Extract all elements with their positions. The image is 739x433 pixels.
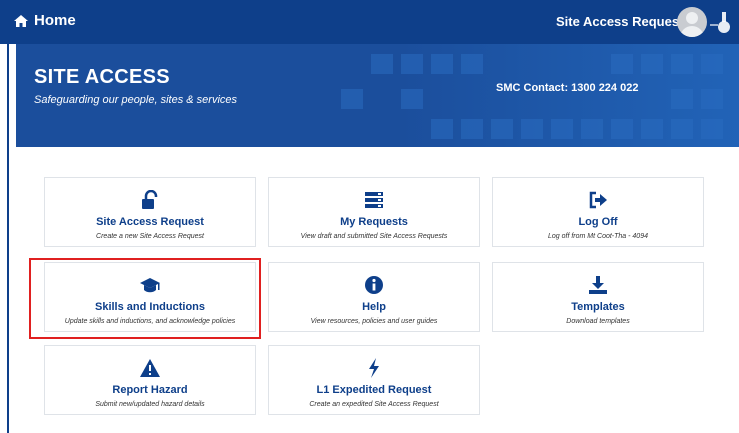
home-label: Home xyxy=(34,12,76,29)
tile-description: Update skills and inductions, and acknow… xyxy=(64,318,236,325)
tile-description: Create an expedited Site Access Request xyxy=(309,401,439,408)
site-access-banner: SITE ACCESS Safeguarding our people, sit… xyxy=(16,44,739,147)
tile-site-access-request[interactable]: Site Access Request Create a new Site Ac… xyxy=(44,177,256,247)
tile-title: Site Access Request xyxy=(96,216,204,228)
tile-title: Skills and Inductions xyxy=(94,301,206,313)
unlock-icon xyxy=(142,190,158,209)
graduation-cap-icon xyxy=(140,278,160,293)
tile-title: My Requests xyxy=(340,216,408,228)
tile-description: Submit new/updated hazard details xyxy=(95,401,205,408)
tile-title: Templates xyxy=(571,301,625,313)
logo-icon xyxy=(710,12,730,33)
tile-title: Help xyxy=(362,301,386,313)
home-link[interactable]: Home xyxy=(14,12,76,29)
info-icon xyxy=(365,276,383,294)
user-avatar[interactable] xyxy=(677,7,707,37)
smc-contact: SMC Contact: 1300 224 022 xyxy=(496,82,639,94)
download-icon xyxy=(589,276,607,294)
tile-report-hazard[interactable]: Report Hazard Submit new/updated hazard … xyxy=(44,345,256,415)
tile-description: View draft and submitted Site Access Req… xyxy=(300,233,448,240)
bolt-icon xyxy=(369,358,379,378)
tile-description: View resources, policies and user guides xyxy=(310,318,438,325)
tile-description: Download templates xyxy=(566,318,630,325)
banner-subtitle: Safeguarding our people, sites & service… xyxy=(34,94,238,106)
tile-templates[interactable]: Templates Download templates xyxy=(492,262,704,332)
warning-icon xyxy=(140,359,160,377)
tile-description: Log off from Mt Coot-Tha - 4094 xyxy=(548,233,648,240)
list-icon xyxy=(365,192,383,208)
site-access-requests-link[interactable]: Site Access Requests xyxy=(556,14,691,29)
tile-title: L1 Expedited Request xyxy=(316,384,432,396)
home-icon xyxy=(14,14,28,27)
tile-help[interactable]: Help View resources, policies and user g… xyxy=(268,262,480,332)
top-navbar: Home Site Access Requests xyxy=(0,0,739,44)
tile-title: Report Hazard xyxy=(112,384,188,396)
tile-l1-expedited-request[interactable]: L1 Expedited Request Create an expedited… xyxy=(268,345,480,415)
sign-out-icon xyxy=(589,191,607,209)
tile-description: Create a new Site Access Request xyxy=(96,233,204,240)
tile-my-requests[interactable]: My Requests View draft and submitted Sit… xyxy=(268,177,480,247)
tile-skills-and-inductions[interactable]: Skills and Inductions Update skills and … xyxy=(44,262,256,332)
banner-title: SITE ACCESS xyxy=(34,66,170,88)
left-border-line xyxy=(7,44,9,433)
tile-title: Log Off xyxy=(578,216,618,228)
tile-log-off[interactable]: Log Off Log off from Mt Coot-Tha - 4094 xyxy=(492,177,704,247)
